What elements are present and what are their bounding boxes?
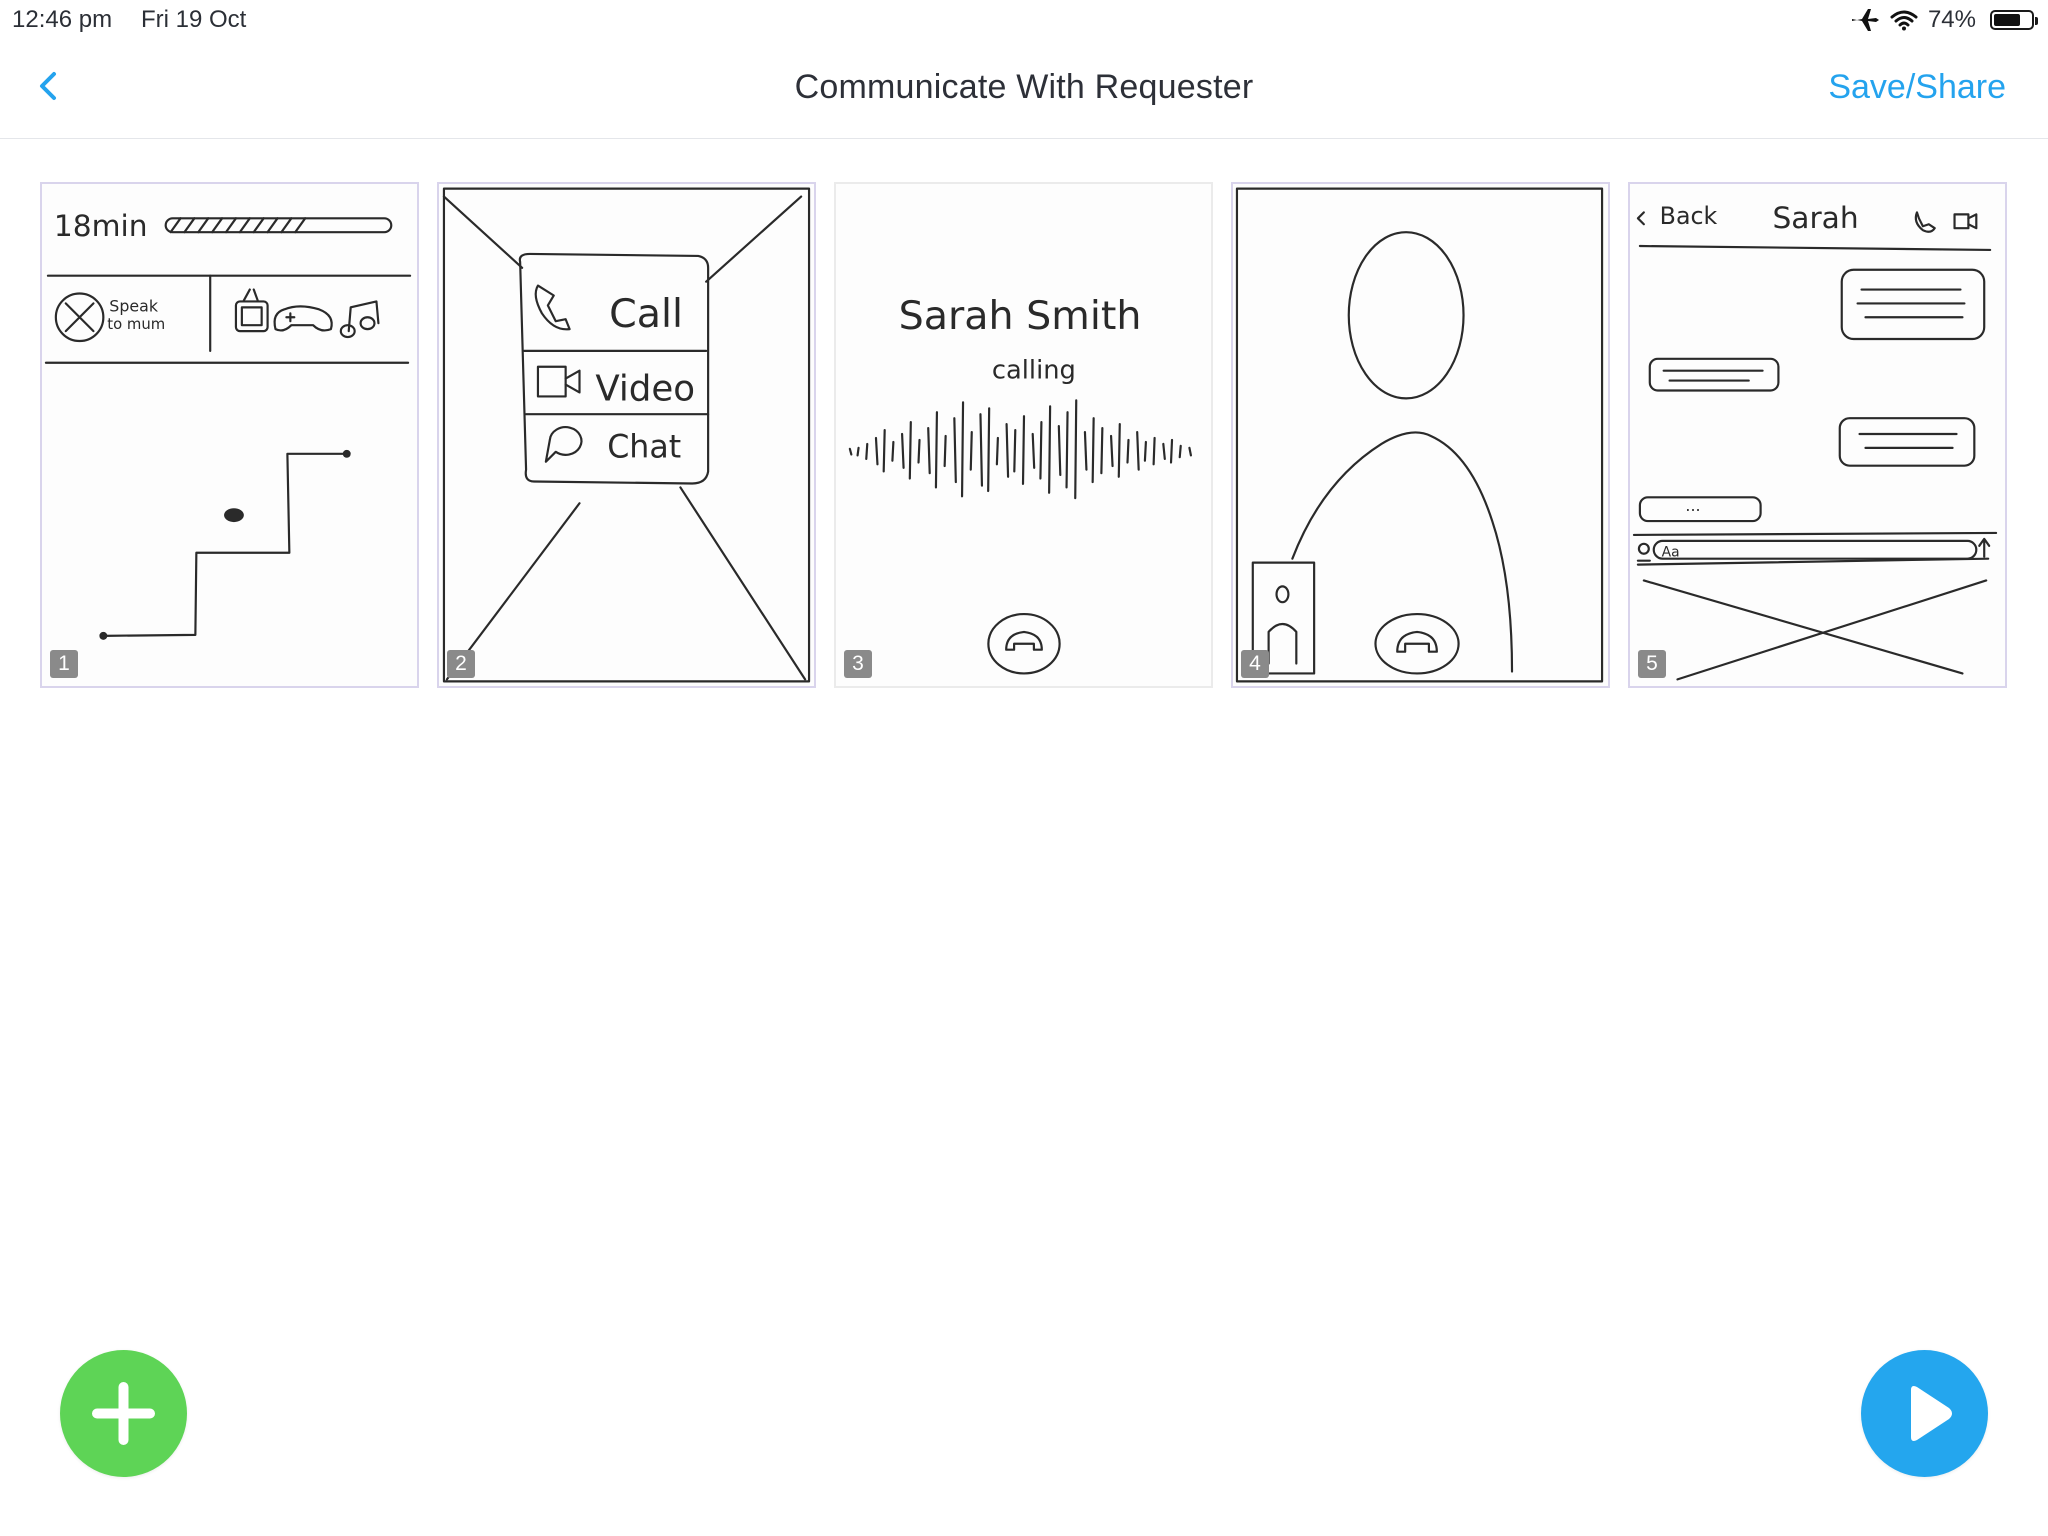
waveform-bar	[1188, 446, 1193, 457]
sketch-video-label: Video	[595, 368, 695, 409]
waveform-bar	[1083, 430, 1088, 471]
play-icon	[1911, 1386, 1952, 1441]
status-date: Fri 19 Oct	[141, 6, 247, 33]
sketch-calling-status: calling	[992, 356, 1076, 386]
storyboard-card-5[interactable]: Back Sarah ... Aa 5	[1628, 182, 2007, 688]
waveform-bar	[1048, 405, 1052, 494]
sketch-call-label: Call	[609, 291, 683, 337]
waveform-bar	[1162, 442, 1166, 461]
waveform-bar	[1031, 432, 1036, 469]
sketch-5: Back Sarah ... Aa	[1632, 200, 1998, 681]
waveform-bar	[995, 436, 999, 466]
waveform-bar	[1126, 438, 1130, 464]
plus-icon	[92, 1382, 155, 1445]
waveform-bar	[1169, 438, 1174, 464]
waveform-bar	[987, 407, 991, 493]
waveform-bar	[891, 440, 895, 462]
waveform-bar	[1091, 417, 1095, 484]
battery-percent: 74%	[1927, 6, 1976, 33]
page-title: Communicate With Requester	[794, 68, 1254, 106]
waveform-bar	[1074, 399, 1078, 500]
sketch-typing-dots: ...	[1685, 496, 1700, 515]
waveform-bar	[927, 426, 931, 475]
waveform-bar	[1152, 436, 1156, 466]
status-time: 12:46 pm	[12, 6, 113, 33]
sketch-speak-label: Speak	[109, 296, 159, 315]
card-number: 2	[447, 650, 475, 678]
card-number: 3	[844, 650, 872, 678]
sketch-contact-name: Sarah	[1772, 200, 1858, 235]
waveform-bar	[1100, 426, 1104, 475]
sketch-1: 18min Speak to mum	[44, 208, 412, 640]
waveform-bar	[1178, 444, 1182, 459]
wifi-icon	[1890, 10, 1918, 31]
storyboard-cards: 18min Speak to mum 1 Call Video Chat 2 S…	[40, 182, 2008, 688]
sketch-speak-label-2: to mum	[107, 316, 165, 333]
waveform-bar	[979, 413, 984, 487]
waveform-bar	[1013, 428, 1017, 473]
waveform-bar	[865, 442, 869, 461]
waveform-bar	[934, 411, 939, 489]
storyboard-card-2[interactable]: Call Video Chat 2	[437, 182, 816, 688]
sketch-caller-name: Sarah Smith	[899, 293, 1142, 339]
waveform-bar	[856, 446, 860, 457]
play-button[interactable]	[1861, 1350, 1988, 1477]
waveform-bar	[1065, 411, 1069, 489]
status-bar: 12:46 pm Fri 19 Oct 74%	[0, 0, 2048, 40]
waveform-bar	[908, 421, 912, 480]
sketch-3: Sarah Smith calling	[848, 293, 1193, 675]
sketch-time-label: 18min	[54, 208, 148, 243]
waveform-bar	[1117, 423, 1121, 478]
storyboard-card-3[interactable]: Sarah Smith calling 3	[834, 182, 1213, 688]
waveform-bar	[917, 438, 921, 464]
waveform-bar	[901, 432, 905, 469]
waveform-bar	[960, 401, 965, 498]
waveform-bar	[1039, 421, 1043, 480]
waveform-bar	[1057, 425, 1062, 477]
waveform-bar	[1005, 423, 1010, 478]
sketch-input-placeholder: Aa	[1662, 545, 1680, 561]
storyboard-card-1[interactable]: 18min Speak to mum 1	[40, 182, 419, 688]
battery-fill	[1994, 14, 2020, 26]
waveform-bar	[1021, 415, 1026, 485]
navigation-bar: Communicate With Requester Save/Share	[0, 40, 2048, 139]
sketch-2: Call Video Chat	[442, 187, 811, 683]
waveform-bar	[969, 430, 973, 471]
waveform-bar	[1143, 440, 1147, 462]
airplane-icon	[1851, 9, 1879, 31]
card-number: 5	[1638, 650, 1666, 678]
waveform-bar	[848, 447, 853, 456]
waveform-bar	[953, 417, 957, 484]
battery-icon	[1990, 10, 2038, 30]
sketch-back-label: Back	[1660, 202, 1718, 230]
status-indicators: 74%	[1850, 4, 2038, 36]
waveform-bar	[1109, 434, 1114, 468]
sketch-4	[1235, 187, 1604, 683]
sketch-chat-label: Chat	[607, 430, 681, 466]
card-number: 4	[1241, 650, 1269, 678]
add-button[interactable]	[60, 1350, 187, 1477]
waveform-bar	[882, 428, 886, 473]
waveform-bar	[943, 434, 947, 468]
waveform	[848, 399, 1193, 500]
card-number: 1	[50, 650, 78, 678]
save-share-button[interactable]: Save/Share	[1828, 68, 2006, 107]
waveform-bar	[874, 436, 879, 466]
storyboard-card-4[interactable]: 4	[1231, 182, 1610, 688]
waveform-bar	[1136, 430, 1140, 471]
